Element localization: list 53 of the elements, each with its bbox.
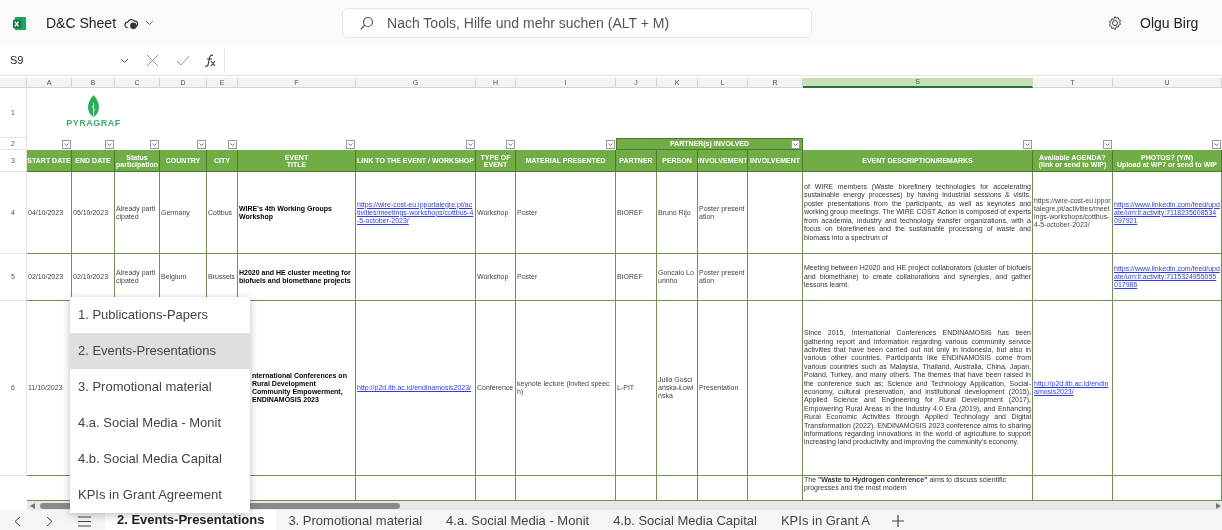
chevron-down-icon[interactable] [145, 20, 155, 26]
settings-icon[interactable] [1107, 15, 1124, 31]
search-icon [360, 16, 375, 30]
chevron-down-icon [64, 142, 69, 146]
chevron-down-icon [152, 142, 157, 146]
scroll-left-icon[interactable] [30, 502, 35, 509]
search-field[interactable]: Nach Tools, Hilfe und mehr suchen (ALT + M) [342, 8, 813, 38]
chevron-down-icon [348, 142, 353, 146]
sheet-tab[interactable]: 4.b. Social Media Capital [601, 510, 769, 530]
chevron-down-icon[interactable] [120, 57, 129, 64]
previous-sheet-icon[interactable] [14, 515, 21, 527]
filter-dropdown[interactable] [1212, 139, 1221, 149]
add-sheet-icon[interactable] [891, 515, 904, 527]
file-name[interactable]: D&C Sheet [46, 12, 117, 34]
chevron-down-icon [230, 142, 235, 146]
filter-dropdown[interactable] [466, 139, 475, 149]
chevron-down-icon [107, 142, 112, 146]
chevron-down-icon [508, 142, 513, 146]
chevron-down-icon [199, 142, 204, 146]
next-sheet-icon[interactable] [46, 515, 53, 527]
filter-dropdown[interactable] [791, 139, 800, 149]
filter-dropdown[interactable] [1103, 139, 1112, 149]
filter-dropdown[interactable] [228, 139, 237, 149]
logo-text: PYRAGRAF [66, 117, 121, 131]
leaf-icon [87, 95, 100, 118]
chevron-down-icon [468, 142, 473, 146]
chevron-down-icon [1105, 142, 1110, 146]
function-icon[interactable] [204, 54, 216, 67]
filter-dropdown[interactable] [150, 139, 159, 149]
chevron-down-icon [1214, 142, 1219, 146]
filter-dropdown[interactable] [606, 139, 615, 149]
menu-item[interactable]: KPIs in Grant Agreement [70, 477, 250, 513]
user-name[interactable]: Olgu Birg [1140, 12, 1199, 34]
chevron-down-icon [608, 142, 613, 146]
sheet-tab[interactable]: 4.a. Social Media - Monit [434, 510, 602, 530]
scroll-right-icon[interactable] [1216, 502, 1221, 509]
spreadsheet-app-icon[interactable] [12, 15, 27, 31]
filter-dropdown[interactable] [506, 139, 515, 149]
close-icon[interactable] [146, 54, 159, 67]
filter-dropdown[interactable] [105, 139, 114, 149]
filter-dropdown[interactable] [346, 139, 355, 149]
filter-dropdown[interactable] [62, 139, 71, 149]
cloud-sync-icon[interactable] [124, 16, 140, 30]
checkmark-icon[interactable] [176, 55, 190, 66]
cell-reference: S9 [10, 53, 24, 69]
menu-icon[interactable] [78, 515, 91, 527]
chevron-down-icon [793, 142, 798, 146]
filter-dropdown[interactable] [197, 139, 206, 149]
filter-dropdown[interactable] [1023, 139, 1032, 149]
sheet-tab[interactable]: 3. Promotional material [276, 510, 435, 530]
chevron-down-icon [1025, 142, 1030, 146]
sheet-tab[interactable]: KPIs in Grant A [768, 510, 882, 530]
menu-item[interactable]: 2. Events-Presentations [70, 333, 250, 369]
